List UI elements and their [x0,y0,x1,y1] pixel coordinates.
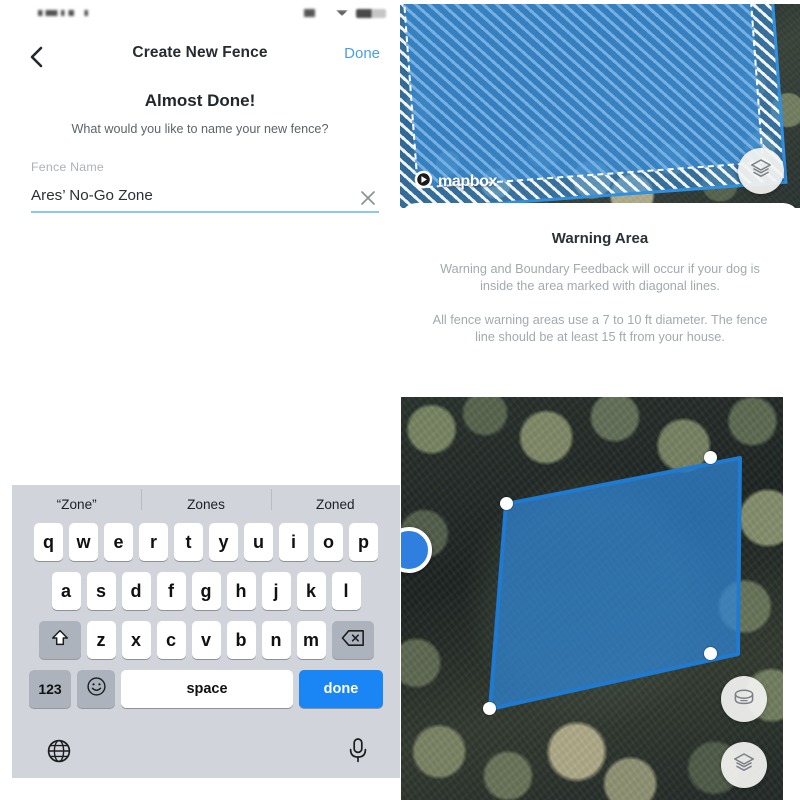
map-layers-button[interactable] [738,148,784,194]
fence-area-shape [488,456,742,711]
key-s[interactable]: s [86,572,116,610]
keyboard-row-4: 123 space done [12,670,400,708]
status-bar [0,0,400,24]
heading-almost-done: Almost Done! [144,91,256,110]
key-l[interactable]: l [331,572,361,610]
shift-arrow-icon [49,627,71,654]
keyboard-row-3: z x c v b n m [12,621,400,659]
key-b[interactable]: b [226,621,256,659]
card-paragraph-2: All fence warning areas use a 7 to 10 ft… [432,313,768,344]
key-v[interactable]: v [191,621,221,659]
mapbox-logo-icon [414,170,433,194]
key-g[interactable]: g [191,572,221,610]
emoji-key[interactable] [77,670,115,708]
keyboard-row-1: q w e r t y u i o p [12,523,400,561]
suggestion-item[interactable]: Zones [141,488,270,512]
key-c[interactable]: c [156,621,186,659]
fence-name-label: Fence Name [31,160,104,174]
shift-key[interactable] [38,621,81,659]
key-k[interactable]: k [296,572,326,610]
fence-vertex-handle[interactable] [704,451,717,464]
fence-name-underline [31,211,379,213]
suggestion-item[interactable]: Zoned [270,488,400,512]
fence-vertex-handle[interactable] [704,647,717,660]
fence-polygon [488,456,742,711]
key-o[interactable]: o [314,523,343,561]
key-w[interactable]: w [69,523,98,561]
keyboard-row-2: a s d f g h j k l [12,572,400,610]
emoji-smiley-icon [86,676,107,702]
fence-name-input[interactable] [31,187,331,204]
close-icon [358,191,378,212]
ios-keyboard: “Zone” Zones Zoned q w e r t y u i o p a… [12,485,400,778]
layers-icon [749,157,773,186]
layers-icon [732,751,756,780]
create-fence-form-screen: Create New Fence Done Almost Done! What … [0,0,400,390]
globe-icon [46,739,72,768]
backspace-icon [341,628,365,653]
status-bar-time [38,10,96,16]
key-x[interactable]: x [121,621,151,659]
card-paragraph-1: Warning and Boundary Feedback will occur… [440,262,760,293]
warning-area-screen: mapbox Warning Area Warning and Boundary… [400,0,800,372]
page-title: Create New Fence [132,44,268,61]
key-t[interactable]: t [174,523,203,561]
fence-vertex-handle[interactable] [500,497,513,510]
key-e[interactable]: e [104,523,133,561]
key-z[interactable]: z [86,621,116,659]
microphone-icon [346,738,370,768]
key-i[interactable]: i [279,523,308,561]
warning-area-map[interactable]: mapbox [400,4,800,208]
mapbox-attribution-label: mapbox [438,173,497,190]
key-j[interactable]: j [261,572,291,610]
space-key[interactable]: space [121,670,293,708]
status-bar-battery-icon [356,9,386,18]
mapbox-attribution[interactable]: mapbox [414,170,497,194]
key-f[interactable]: f [156,572,186,610]
key-d[interactable]: d [121,572,151,610]
3d-perspective-icon [731,684,757,715]
navigation-bar: Create New Fence Done [0,38,400,76]
key-n[interactable]: n [261,621,291,659]
key-u[interactable]: u [244,523,273,561]
keyboard-screen: “Zone” Zones Zoned q w e r t y u i o p a… [0,390,400,800]
key-y[interactable]: y [209,523,238,561]
done-button[interactable]: Done [344,45,380,62]
keyboard-done-key[interactable]: done [299,670,383,708]
key-p[interactable]: p [349,523,378,561]
key-a[interactable]: a [51,572,81,610]
keyboard-suggestion-bar: “Zone” Zones Zoned [12,485,400,523]
map-tilt-button[interactable] [721,676,767,722]
suggestion-item[interactable]: “Zone” [12,497,141,512]
globe-key[interactable] [46,738,72,769]
key-q[interactable]: q [34,523,63,561]
card-title: Warning Area [551,230,649,247]
fence-name-field-group: Fence Name [31,160,379,217]
key-r[interactable]: r [139,523,168,561]
fence-map-screen[interactable] [401,397,783,800]
key-h[interactable]: h [226,572,256,610]
keyboard-key-rows: q w e r t y u i o p a s d f g h j k l z … [12,523,400,719]
numeric-key[interactable]: 123 [29,670,71,708]
dictation-key[interactable] [346,736,370,769]
backspace-key[interactable] [331,621,374,659]
fence-vertex-handle[interactable] [483,702,496,715]
warning-area-card: Warning Area Warning and Boundary Feedba… [400,203,800,372]
keyboard-bottom-bar [12,730,400,778]
fence-inner-boundary [402,4,764,189]
subheading-prompt: What would you like to name your new fen… [71,122,329,136]
map-layers-button[interactable] [721,742,767,788]
clear-input-button[interactable] [358,188,378,208]
key-m[interactable]: m [296,621,326,659]
